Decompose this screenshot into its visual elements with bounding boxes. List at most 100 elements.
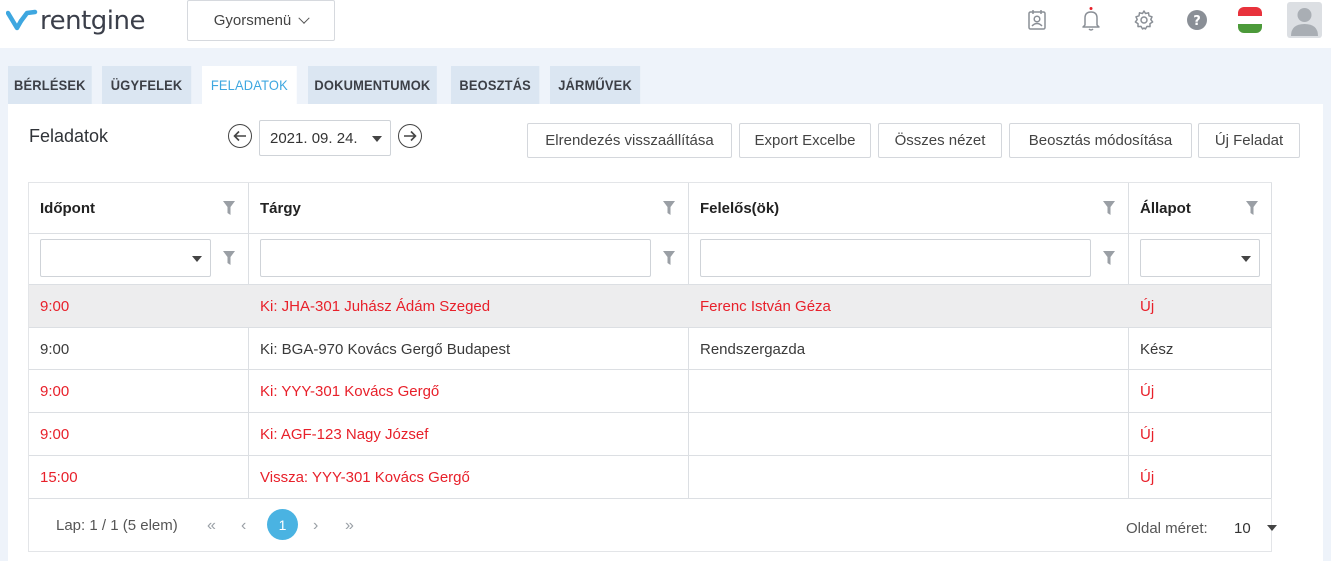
owner-filter-input[interactable] [700,239,1091,277]
time-cell: 9:00 [40,382,70,400]
filter-icon[interactable] [663,201,675,215]
status-cell: Új [1140,468,1155,486]
time-cell: 9:00 [40,425,70,443]
subject-cell: Ki: AGF-123 Nagy József [260,425,429,443]
tab-feladatok[interactable]: FELADATOK [202,66,297,104]
arrow-left-icon [233,130,246,142]
all-views-button[interactable]: Összes nézet [878,123,1002,158]
page-size-value: 10 [1234,520,1251,537]
tab-label: BÉRLÉSEK [14,77,86,93]
filter-row [29,233,1271,285]
chevron-down-icon [298,12,310,24]
status-filter-select[interactable] [1140,239,1260,277]
logo-icon [6,9,38,31]
tab-label: FELADATOK [210,77,288,93]
table-row[interactable]: 9:00 Ki: JHA-301 Juhász Ádám Szeged Fere… [29,284,1271,327]
next-page-icon[interactable]: › [313,517,318,535]
owner-cell [689,413,1128,455]
column-header-label: Időpont [40,199,95,217]
logo-text: rentgine [40,6,146,36]
table-row[interactable]: 15:00 Vissza: YYY-301 Kovács Gergő Új [29,455,1271,498]
caret-down-icon [372,136,382,142]
column-header-label: Felelős(ök) [700,199,780,217]
contacts-icon[interactable] [1025,8,1049,32]
subject-cell: Ki: JHA-301 Juhász Ádám Szeged [260,297,491,315]
time-cell: 9:00 [40,340,70,358]
arrow-right-icon [404,130,417,142]
status-cell: Kész [1140,340,1174,358]
prev-day-button[interactable] [228,124,252,148]
status-cell: Új [1140,425,1155,443]
reset-layout-button[interactable]: Elrendezés visszaállítása [527,123,732,158]
tab-beosztas[interactable]: BEOSZTÁS [451,66,540,104]
svg-text:?: ? [1193,14,1201,29]
caret-down-icon [192,256,202,262]
tab-label: JÁRMŰVEK [558,77,632,93]
column-divider [1271,183,1272,498]
bell-icon[interactable] [1079,7,1103,32]
prev-page-icon[interactable]: ‹ [241,517,246,535]
tab-label: ÜGYFELEK [110,77,183,93]
column-header-owner[interactable]: Felelős(ök) [689,183,1128,233]
owner-cell [689,370,1128,412]
table-row[interactable]: 9:00 Ki: BGA-970 Kovács Gergő Budapest R… [29,327,1271,370]
column-header-time[interactable]: Időpont [29,183,248,233]
subject-filter-input[interactable] [260,239,651,277]
top-bar: rentgine Gyorsmenü ? [0,0,1331,48]
status-cell: Új [1140,382,1155,400]
tasks-grid: Időpont Tárgy Felelős(ök) Állapot 9:00 K… [28,182,1277,553]
page-button-current[interactable]: 1 [267,509,298,540]
main-tabs: BÉRLÉSEK ÜGYFELEK FELADATOK DOKUMENTUMOK… [8,66,651,104]
filter-icon[interactable] [1103,201,1115,215]
table-row[interactable]: 9:00 Ki: AGF-123 Nagy József Új [29,412,1271,455]
table-row[interactable]: 9:00 Ki: YYY-301 Kovács Gergő Új [29,369,1271,412]
page-size-select[interactable]: 10 [1234,520,1277,537]
subject-cell: Ki: YYY-301 Kovács Gergő [260,382,440,400]
column-header-label: Tárgy [260,199,301,217]
owner-cell [689,456,1128,498]
tab-ugyfelek[interactable]: ÜGYFELEK [102,66,192,104]
caret-down-icon [1241,256,1251,262]
flag-hu-icon[interactable] [1238,7,1262,33]
date-select[interactable]: 2021. 09. 24. [259,120,391,156]
tab-jarmuvek[interactable]: JÁRMŰVEK [550,66,641,104]
gear-icon[interactable] [1132,8,1156,32]
next-day-button[interactable] [398,124,422,148]
schedule-edit-button[interactable]: Beosztás módosítása [1009,123,1192,158]
last-page-icon[interactable]: » [345,517,354,535]
export-excel-button[interactable]: Export Excelbe [739,123,871,158]
caret-down-icon [1267,525,1277,531]
column-header-subject[interactable]: Tárgy [249,183,688,233]
time-cell: 15:00 [40,468,78,486]
filter-icon[interactable] [223,251,235,265]
filter-icon[interactable] [1246,201,1258,215]
status-cell: Új [1140,297,1155,315]
subject-cell: Ki: BGA-970 Kovács Gergő Budapest [260,340,511,358]
page-size-label: Oldal méret: [1126,520,1208,537]
subject-cell: Vissza: YYY-301 Kovács Gergő [260,468,470,486]
quick-menu-label: Gyorsmenü [213,12,292,29]
help-icon[interactable]: ? [1185,8,1209,32]
quick-menu-dropdown[interactable]: Gyorsmenü [187,0,335,41]
filter-icon[interactable] [223,201,235,215]
owner-cell: Rendszergazda [700,340,806,358]
pager-info: Lap: 1 / 1 (5 elem) [56,517,178,534]
filter-icon[interactable] [1103,251,1115,265]
page-title: Feladatok [29,126,109,146]
tab-label: BEOSZTÁS [459,77,531,93]
tab-berlesek[interactable]: BÉRLÉSEK [8,66,92,104]
filter-icon[interactable] [663,251,675,265]
avatar-icon [1291,8,1318,36]
pager: Lap: 1 / 1 (5 elem) « ‹ 1 › » Oldal mére… [29,498,1277,553]
date-value: 2021. 09. 24. [270,129,358,147]
time-filter-select[interactable] [40,239,211,277]
owner-cell: Ferenc István Géza [700,297,831,315]
tab-dokumentumok[interactable]: DOKUMENTUMOK [308,66,437,104]
new-task-button[interactable]: Új Feladat [1198,123,1300,158]
first-page-icon[interactable]: « [207,517,216,535]
tab-label: DOKUMENTUMOK [314,77,431,93]
time-cell: 9:00 [40,297,70,315]
logo[interactable]: rentgine [6,5,146,37]
tasks-panel: Feladatok 2021. 09. 24. Elrendezés vissz… [8,104,1323,561]
avatar[interactable] [1287,2,1322,38]
